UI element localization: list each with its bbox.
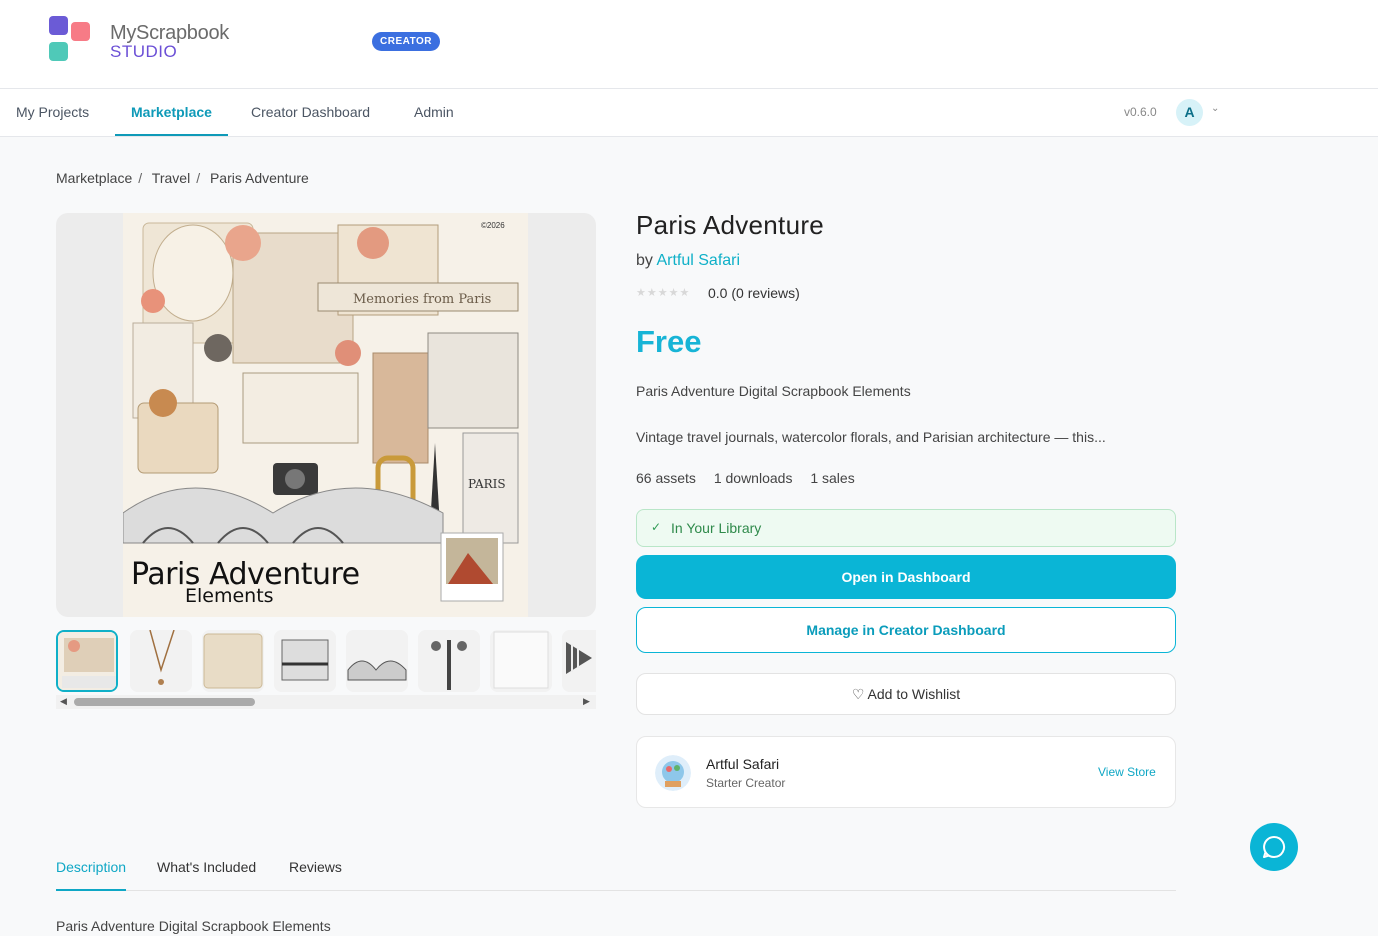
add-to-wishlist-button[interactable]: ♡ Add to Wishlist [636, 673, 1176, 715]
chat-bubble-icon [1263, 835, 1286, 858]
thumbnail-strip [56, 630, 596, 694]
breadcrumb-marketplace[interactable]: Marketplace [56, 170, 132, 186]
thumbnail-1[interactable] [56, 630, 118, 692]
store-name: Artful Safari [706, 756, 780, 772]
product-hero-image[interactable]: Memories from Paris PARIS ©2026 Paris Ad… [56, 213, 596, 617]
chevron-down-icon[interactable]: ⌄ [1211, 103, 1219, 114]
nav-creator-dashboard[interactable]: Creator Dashboard [251, 89, 370, 136]
top-bar: + MyScrapbook STUDIO CREATOR [0, 0, 1378, 89]
thumbnail-8[interactable] [562, 630, 596, 692]
product-price: Free [636, 324, 702, 359]
tab-content-text: Paris Adventure Digital Scrapbook Elemen… [56, 918, 331, 934]
store-tier: Starter Creator [706, 776, 786, 790]
main-nav: My Projects Marketplace Creator Dashboar… [0, 89, 1378, 137]
thumbnail-scrollbar[interactable]: ◀ ▶ [56, 695, 596, 709]
store-avatar [655, 755, 691, 791]
thumbnail-4[interactable] [274, 630, 336, 692]
scroll-left-icon[interactable]: ◀ [60, 696, 67, 707]
stat-downloads: 1 downloads [713, 470, 793, 486]
stat-assets: 66 assets [636, 470, 696, 486]
product-description: Vintage travel journals, watercolor flor… [636, 429, 1106, 445]
open-dashboard-button[interactable]: Open in Dashboard [636, 555, 1176, 599]
product-byline: by Artful Safari [636, 252, 740, 270]
check-icon: ✓ [651, 520, 662, 534]
hero-artwork: Memories from Paris PARIS ©2026 Paris Ad… [123, 213, 528, 617]
breadcrumb: Marketplace / Travel / Paris Adventure [56, 170, 315, 186]
version-label: v0.6.0 [1124, 105, 1157, 119]
rating-stars: ★★★★★ [636, 287, 691, 299]
rating-text: 0.0 (0 reviews) [708, 285, 800, 301]
scrollbar-thumb[interactable] [74, 698, 255, 706]
creator-badge: CREATOR [372, 32, 441, 51]
tab-whats-included[interactable]: What's Included [157, 859, 256, 891]
creator-link[interactable]: Artful Safari [656, 252, 740, 269]
breadcrumb-separator: / [196, 170, 201, 186]
product-title: Paris Adventure [636, 210, 825, 240]
scroll-right-icon[interactable]: ▶ [583, 696, 590, 707]
logo-icon[interactable]: + [49, 16, 91, 62]
byline-prefix: by [636, 252, 653, 269]
nav-my-projects[interactable]: My Projects [16, 89, 89, 136]
hero-caption-subtitle: Elements [185, 585, 274, 607]
nav-marketplace[interactable]: Marketplace [115, 89, 228, 136]
thumbnail-5[interactable] [346, 630, 408, 692]
product-subtitle: Paris Adventure Digital Scrapbook Elemen… [636, 383, 911, 399]
store-card: Artful Safari Starter Creator View Store [636, 736, 1176, 808]
thumbnail-6[interactable] [418, 630, 480, 692]
thumbnail-2[interactable] [130, 630, 192, 692]
svg-text:PARIS: PARIS [468, 477, 506, 491]
chat-button[interactable] [1250, 823, 1298, 871]
view-store-link[interactable]: View Store [1098, 765, 1156, 779]
hero-copyright: ©2026 [481, 221, 505, 230]
breadcrumb-current: Paris Adventure [209, 170, 309, 186]
product-stats: 66 assets 1 downloads 1 sales [636, 470, 869, 486]
user-avatar[interactable]: A [1176, 99, 1203, 126]
thumbnail-3[interactable] [202, 630, 264, 692]
nav-admin[interactable]: Admin [414, 89, 454, 136]
library-status: ✓ In Your Library [636, 509, 1176, 547]
thumbnail-7[interactable] [490, 630, 552, 692]
stat-sales: 1 sales [810, 470, 855, 486]
product-tabs: Description What's Included Reviews [56, 850, 1176, 891]
brand-subname: STUDIO [110, 42, 178, 61]
manage-creator-dashboard-button[interactable]: Manage in Creator Dashboard [636, 607, 1176, 653]
library-status-text: In Your Library [671, 520, 762, 536]
breadcrumb-separator: / [138, 170, 143, 186]
tab-description[interactable]: Description [56, 859, 127, 891]
svg-text:Memories from Paris: Memories from Paris [353, 292, 491, 307]
tab-reviews[interactable]: Reviews [289, 859, 342, 891]
breadcrumb-travel[interactable]: Travel [152, 170, 190, 186]
